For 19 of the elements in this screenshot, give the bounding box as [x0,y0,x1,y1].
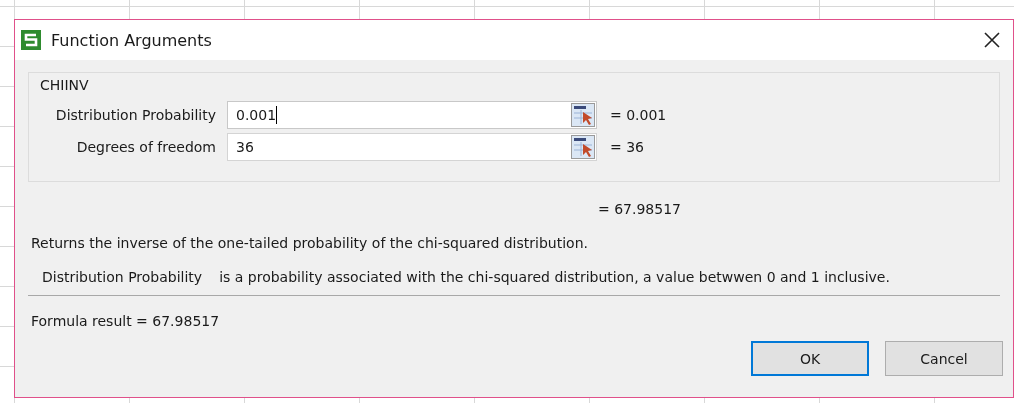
window-title: Function Arguments [51,30,213,50]
argument-label: Distribution Probability [54,107,216,123]
evaluated-value: = 0.001 [609,107,668,123]
formula-result: Formula result = 67.98517 [31,313,221,329]
dialog-button[interactable]: Cancel [885,341,1003,376]
function-description: Returns the inverse of the one-tailed probability of the chi-squared distribution. [31,235,589,251]
evaluated-value: = 36 [609,139,645,155]
close-icon [983,31,1001,49]
argument-label: Degrees of freedom [75,139,216,155]
function-name: CHIINV [40,77,90,95]
input-field[interactable]: 36 [227,133,597,161]
input-field[interactable]: 0.001 [227,101,597,129]
dialog-button[interactable]: OK [751,341,869,376]
argument-description: is a probability associated with the chi-squared distribution, a value betwwen 0 and 1 inclusive. [219,269,890,285]
argument-name: Distribution Probability [42,269,203,285]
function-value: = 67.98517 [598,201,682,219]
app-logo-icon [21,30,41,50]
range-picker-icon[interactable] [571,103,595,127]
range-picker-icon[interactable] [571,135,595,159]
